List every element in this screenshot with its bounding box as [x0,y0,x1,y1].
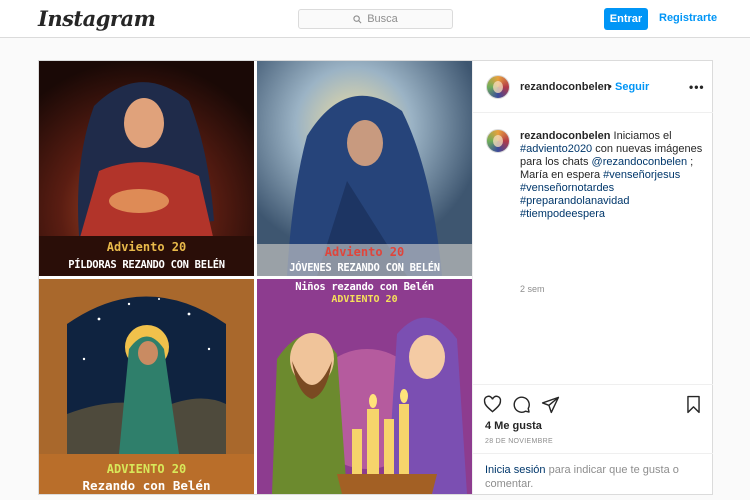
search-icon [353,14,362,23]
hashtag-link[interactable]: #venseñornotardes [520,182,614,194]
follow-button[interactable]: Seguir [615,81,649,93]
bookmark-icon[interactable] [684,395,703,414]
tile-title: Adviento 20 [324,245,405,259]
avatar[interactable] [486,75,510,99]
tile-title: ADVIENTO 20 [106,462,187,476]
tile-subtitle: ADVIENTO 20 [331,294,398,305]
login-button[interactable]: Entrar [604,8,648,30]
post-image[interactable]: Adviento 20 PÍLDORAS REZANDO CON BELÉN A… [39,61,472,494]
heart-icon[interactable] [483,395,502,414]
search-box[interactable]: Busca [298,9,453,29]
login-link[interactable]: Inicia sesión [485,464,546,476]
post-actions: 4 Me gusta 28 DE NOVIEMBRE Inicia sesión… [473,384,713,494]
register-link[interactable]: Registrarte [659,12,717,24]
tile-subtitle: Rezando con Belén [82,478,211,493]
caption-area: rezandoconbelen Iniciamos el #adviento20… [473,113,713,383]
post-date: 28 DE NOVIEMBRE [485,438,553,445]
instagram-logo[interactable]: Instagram [38,6,156,31]
hashtag-link[interactable]: #tiempodeespera [520,208,605,220]
mention-link[interactable]: @rezandoconbelen [592,156,688,168]
caption-text: rezandoconbelen Iniciamos el #adviento20… [520,130,705,221]
tile-title: Niños rezando con Belén [295,281,434,293]
holy-family-candles-illustration [257,279,472,494]
image-tile-ninos: Niños rezando con Belén ADVIENTO 20 [257,279,472,494]
tile-subtitle: PÍLDORAS REZANDO CON BELÉN [68,259,225,271]
hashtag-link[interactable]: #adviento2020 [520,143,592,155]
image-tile-jovenes: Adviento 20 JÓVENES REZANDO CON BELÉN [257,61,472,276]
login-prompt-text: Inicia sesión para indicar que te gusta … [485,463,705,491]
more-options-icon[interactable]: ••• [689,80,705,94]
post-header: rezandoconbelen • Seguir ••• [473,61,713,113]
tile-subtitle: JÓVENES REZANDO CON BELÉN [289,262,440,274]
top-bar: Instagram Busca Entrar Registrarte [0,0,750,38]
share-icon[interactable] [541,395,560,414]
login-prompt: Inicia sesión para indicar que te gusta … [473,453,713,495]
avatar[interactable] [486,129,510,153]
image-tile-rezando: ADVIENTO 20 Rezando con Belén [39,279,254,494]
search-placeholder: Busca [367,13,398,25]
tile-title: Adviento 20 [106,240,187,254]
mary-veiled-painting [257,61,472,276]
separator-dot: • [608,81,612,93]
comment-icon[interactable] [512,395,531,414]
likes-count[interactable]: 4 Me gusta [485,420,542,432]
caption-fragment: Iniciamos el [610,130,672,142]
post-sidebar: rezandoconbelen • Seguir ••• rezandoconb… [472,61,713,494]
hashtag-link[interactable]: #venseñorjesus [603,169,680,181]
post-card: Adviento 20 PÍLDORAS REZANDO CON BELÉN A… [38,60,713,495]
image-tile-pildoras: Adviento 20 PÍLDORAS REZANDO CON BELÉN [39,61,254,276]
time-ago[interactable]: 2 sem [520,284,545,294]
username-link[interactable]: rezandoconbelen [520,81,610,93]
hashtag-link[interactable]: #preparandolanavidad [520,195,629,207]
caption-username[interactable]: rezandoconbelen [520,130,610,142]
